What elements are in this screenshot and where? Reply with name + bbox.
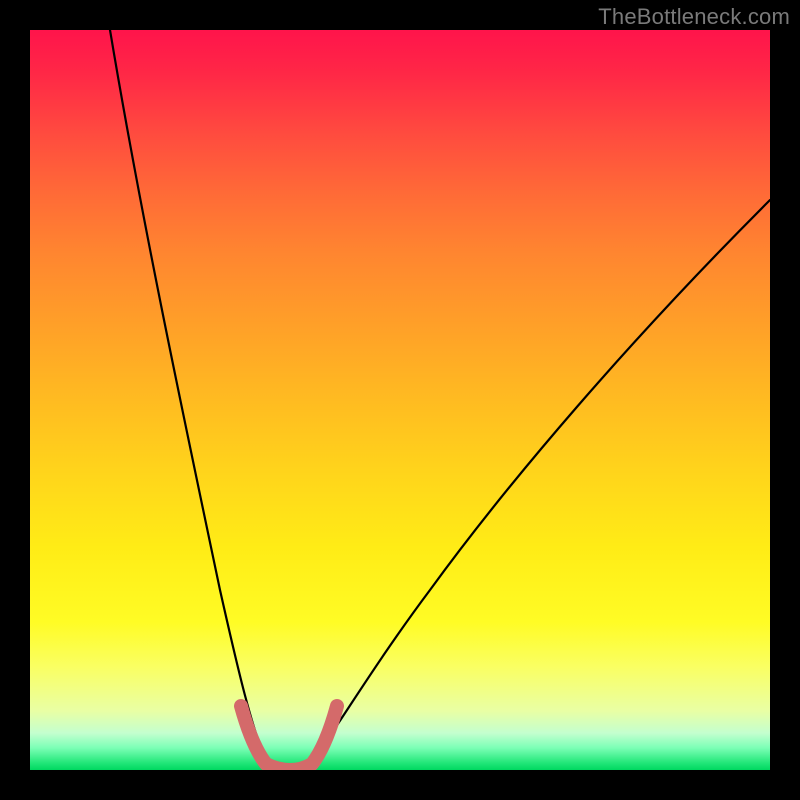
curve-right-line [308,200,770,766]
watermark-text: TheBottleneck.com [598,4,790,30]
chart-frame: TheBottleneck.com [0,0,800,800]
curve-left-line [110,30,268,766]
valley-highlight-line [241,706,337,770]
chart-svg [30,30,770,770]
plot-area [30,30,770,770]
